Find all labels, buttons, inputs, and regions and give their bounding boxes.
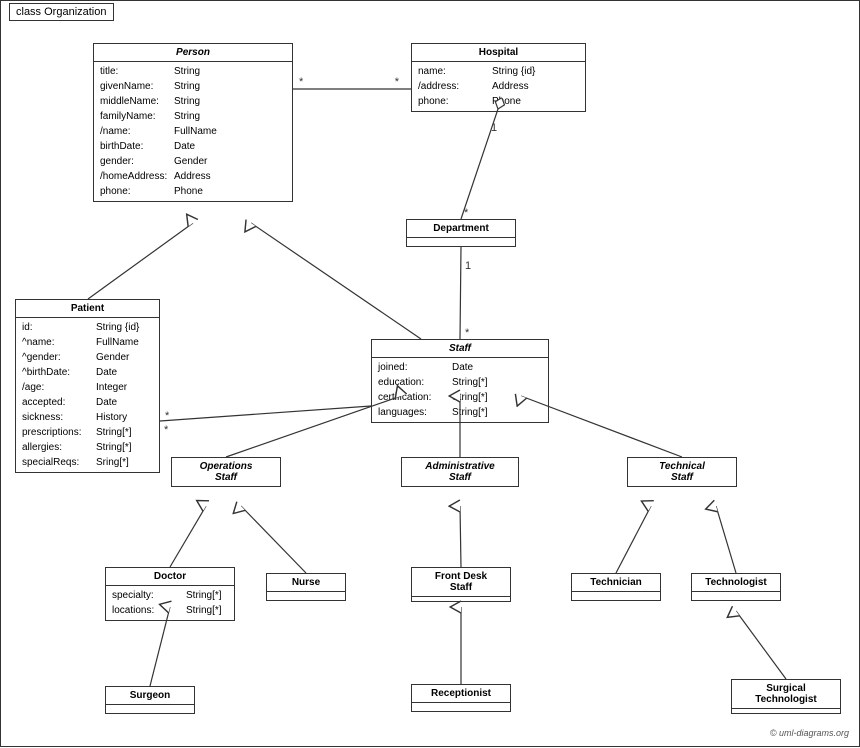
person-header: Person <box>94 44 292 62</box>
nurse-body <box>267 592 345 600</box>
patient-body: id:String {id} ^name:FullName ^gender:Ge… <box>16 318 159 472</box>
svg-text:*: * <box>164 424 169 436</box>
technical-staff-header: TechnicalStaff <box>628 458 736 486</box>
receptionist-class: Receptionist <box>411 684 511 712</box>
admin-staff-header: AdministrativeStaff <box>402 458 518 486</box>
svg-text:*: * <box>165 410 170 422</box>
staff-class: Staff joined:Date education:String[*] ce… <box>371 339 549 423</box>
admin-staff-class: AdministrativeStaff <box>401 457 519 487</box>
patient-header: Patient <box>16 300 159 318</box>
hospital-body: name:String {id} /address:Address phone:… <box>412 62 585 111</box>
front-desk-header: Front DeskStaff <box>412 568 510 597</box>
doctor-body: specialty:String[*] locations:String[*] <box>106 586 234 620</box>
receptionist-header: Receptionist <box>412 685 510 703</box>
technical-staff-class: TechnicalStaff <box>627 457 737 487</box>
department-body <box>407 238 515 246</box>
svg-text:*: * <box>395 76 400 88</box>
front-desk-body <box>412 597 510 601</box>
svg-text:*: * <box>299 76 304 88</box>
technologist-body <box>692 592 780 600</box>
svg-text:1: 1 <box>465 260 471 272</box>
surgeon-body <box>106 705 194 713</box>
svg-text:*: * <box>464 207 469 219</box>
person-class: Person title:String givenName:String mid… <box>93 43 293 202</box>
doctor-header: Doctor <box>106 568 234 586</box>
nurse-header: Nurse <box>267 574 345 592</box>
doctor-class: Doctor specialty:String[*] locations:Str… <box>105 567 235 621</box>
staff-header: Staff <box>372 340 548 358</box>
surgical-technologist-class: SurgicalTechnologist <box>731 679 841 714</box>
surgical-technologist-body <box>732 709 840 713</box>
receptionist-body <box>412 703 510 711</box>
hospital-class: Hospital name:String {id} /address:Addre… <box>411 43 586 112</box>
surgical-technologist-header: SurgicalTechnologist <box>732 680 840 709</box>
hospital-header: Hospital <box>412 44 585 62</box>
operations-staff-header: OperationsStaff <box>172 458 280 486</box>
staff-body: joined:Date education:String[*] certific… <box>372 358 548 422</box>
svg-text:*: * <box>465 327 470 339</box>
department-header: Department <box>407 220 515 238</box>
front-desk-class: Front DeskStaff <box>411 567 511 602</box>
technologist-class: Technologist <box>691 573 781 601</box>
surgeon-class: Surgeon <box>105 686 195 714</box>
technician-body <box>572 592 660 600</box>
patient-class: Patient id:String {id} ^name:FullName ^g… <box>15 299 160 473</box>
surgeon-header: Surgeon <box>106 687 194 705</box>
diagram-container: class Organization Person title:String g… <box>0 0 860 747</box>
diagram-title: class Organization <box>9 3 114 21</box>
technician-header: Technician <box>572 574 660 592</box>
nurse-class: Nurse <box>266 573 346 601</box>
department-class: Department <box>406 219 516 247</box>
technician-class: Technician <box>571 573 661 601</box>
copyright: © uml-diagrams.org <box>770 728 849 738</box>
person-body: title:String givenName:String middleName… <box>94 62 292 201</box>
operations-staff-class: OperationsStaff <box>171 457 281 487</box>
svg-text:1: 1 <box>491 122 497 134</box>
technologist-header: Technologist <box>692 574 780 592</box>
